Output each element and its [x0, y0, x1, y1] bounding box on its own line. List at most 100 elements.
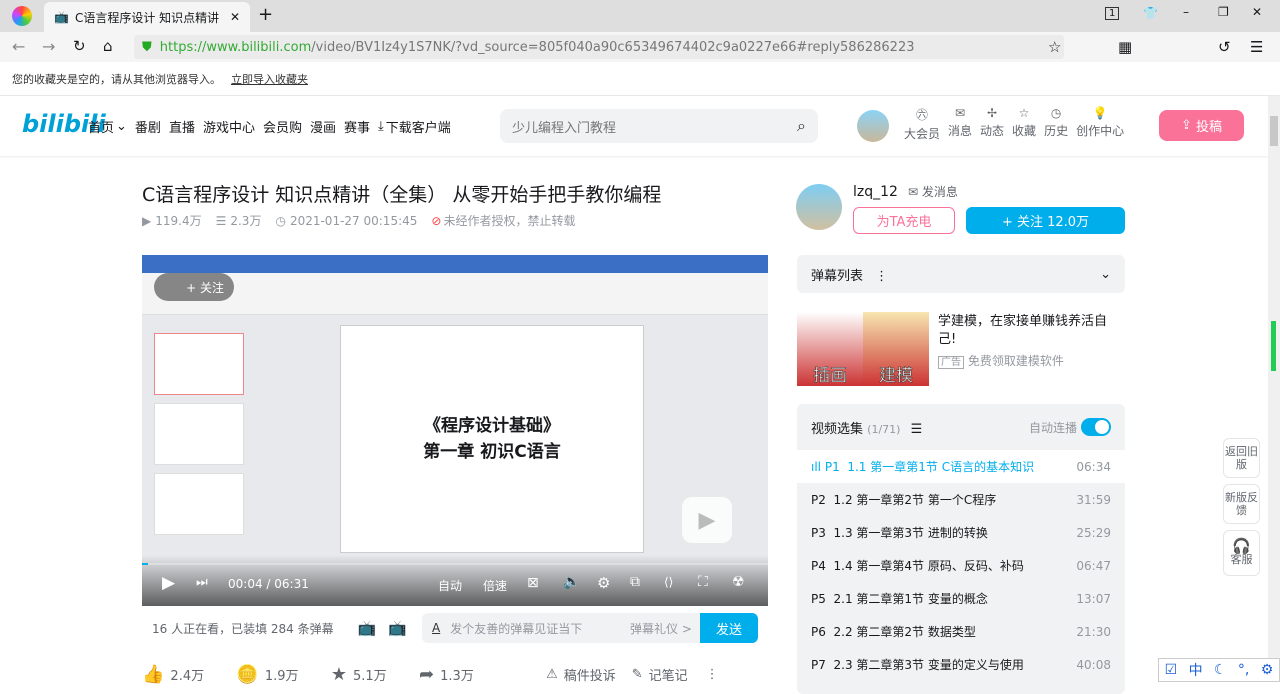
next-icon[interactable]: ⏭	[196, 575, 208, 590]
search-icon[interactable]: ⌕	[797, 116, 806, 136]
bookmark-star-icon[interactable]: ☆	[1048, 38, 1061, 56]
more-icon[interactable]: ⋮	[875, 269, 888, 284]
skin-icon[interactable]: 👕	[1143, 6, 1158, 20]
playlist-item[interactable]: P3 1.3 第一章第3节 进制的转换 25:29	[797, 516, 1125, 549]
notes-button[interactable]: 记笔记	[649, 665, 688, 684]
uploader-name[interactable]: lzq_12	[853, 184, 898, 200]
subtitle-off-icon[interactable]: ⊠	[527, 575, 539, 591]
playlist-item[interactable]: P5 2.1 第二章第1节 变量的概念 13:07	[797, 582, 1125, 615]
settings-icon[interactable]: ⚙	[597, 574, 610, 592]
chevron-down-icon[interactable]: ⌄	[1100, 267, 1111, 282]
nav-mall[interactable]: 会员购	[263, 117, 302, 136]
play-icon[interactable]: ▶	[162, 573, 175, 593]
warning-icon: ⚠	[546, 667, 558, 682]
follow-overlay-button[interactable]: + 关注	[154, 273, 234, 301]
dynamic-button[interactable]: ✢ 动态	[980, 106, 1004, 142]
history-button[interactable]: ◷ 历史	[1044, 106, 1068, 142]
nav-game[interactable]: 游戏中心	[203, 117, 255, 136]
clock-icon: ◷	[275, 213, 286, 228]
danmaku-count-icon: ☰	[215, 213, 227, 228]
playlist-item[interactable]: P7 2.3 第二章第3节 变量的定义与使用 40:08	[797, 648, 1125, 681]
playing-icon: ıll	[811, 460, 825, 474]
ad-image-1[interactable]: 插画	[797, 312, 863, 386]
autoplay-toggle[interactable]	[1081, 418, 1111, 436]
customer-service-button[interactable]: 🎧 客服	[1223, 530, 1260, 576]
nav-match[interactable]: 赛事	[344, 117, 370, 136]
top-nav: 首页 ⌄ 番剧 直播 游戏中心 会员购 漫画 赛事 ⤓ 下载客户端	[88, 117, 451, 136]
nav-anime[interactable]: 番剧	[135, 117, 161, 136]
menu-icon[interactable]: ☰	[1250, 38, 1263, 56]
mail-icon: ✉	[954, 106, 966, 120]
playlist-item[interactable]: P6 2.2 第二章第2节 数据类型 21:30	[797, 615, 1125, 648]
favorites-button[interactable]: ☆ 收藏	[1012, 106, 1036, 142]
tab-count[interactable]: 1	[1105, 7, 1120, 20]
widescreen-icon[interactable]: ⟨⟩	[664, 575, 673, 589]
uploader-avatar[interactable]	[796, 184, 842, 230]
upload-icon: ⇪	[1180, 118, 1196, 133]
browser-tab[interactable]: 📺 C语言程序设计 知识点精讲 ✕	[44, 2, 250, 32]
bookmarks-bar: 您的收藏夹是空的，请从其他浏览器导入。 立即导入收藏夹	[0, 62, 1280, 96]
progress-bar[interactable]	[142, 563, 768, 565]
reload-icon[interactable]: ↻	[73, 37, 86, 55]
restore-icon[interactable]: ❐	[1218, 5, 1229, 19]
chevron-down-icon[interactable]: ⌄	[116, 119, 127, 134]
pip-icon[interactable]: ⧉	[630, 574, 640, 590]
undo-icon[interactable]: ↺	[1218, 38, 1231, 56]
nav-live[interactable]: 直播	[169, 117, 195, 136]
nav-home[interactable]: 首页	[88, 117, 114, 136]
moon-icon[interactable]: ☾	[1214, 662, 1227, 678]
ime-mode[interactable]: 中	[1189, 660, 1203, 680]
punct-icon[interactable]: °,	[1238, 662, 1249, 678]
close-window-icon[interactable]: ✕	[1252, 5, 1262, 19]
send-message-button[interactable]: ✉ 发消息	[908, 183, 958, 200]
list-icon[interactable]: ☰	[911, 422, 923, 437]
ad-title[interactable]: 学建模，在家接单赚钱养活自己!	[938, 313, 1124, 349]
minimize-icon[interactable]: –	[1183, 5, 1189, 19]
playlist-item[interactable]: P4 1.4 第一章第4节 原码、反码、补码 06:47	[797, 549, 1125, 582]
font-style-icon[interactable]: A	[432, 621, 440, 635]
vip-button[interactable]: ㊅大会员	[904, 106, 940, 142]
danmaku-settings-icon[interactable]: 📺	[388, 619, 407, 637]
home-icon[interactable]: ⌂	[103, 37, 113, 55]
danmaku-input[interactable]: A 发个友善的弹幕见证当下 弹幕礼仪 > 发送	[422, 613, 758, 643]
player-controls: ▶ ⏭ 00:04 / 06:31 自动 倍速 ⊠ 🔈 ⚙ ⧉ ⟨⟩ ⛶ ☢	[142, 555, 768, 606]
close-tab-icon[interactable]: ✕	[230, 10, 240, 24]
feedback-button[interactable]: 新版反馈	[1223, 484, 1260, 524]
checkbox-icon[interactable]: ☑	[1165, 662, 1178, 678]
avatar[interactable]	[857, 110, 889, 142]
video-player[interactable]: + 关注 《程序设计基础》 第一章 初识C语言 ▶ ▶ ⏭ 00:04 / 06:…	[142, 255, 768, 606]
upload-button[interactable]: ⇪ 投稿	[1159, 110, 1244, 141]
nav-download[interactable]: 下载客户端	[386, 117, 451, 136]
fan-icon[interactable]: ☢	[732, 574, 745, 590]
page-scrollbar[interactable]	[1268, 96, 1280, 682]
more-icon[interactable]: ⋮	[706, 667, 719, 682]
fullscreen-icon[interactable]: ⛶	[698, 574, 708, 590]
send-button[interactable]: 发送	[700, 613, 758, 643]
charge-button[interactable]: 为TA充电	[853, 207, 955, 234]
creator-button[interactable]: 💡 创作中心	[1076, 106, 1124, 142]
bulb-icon: 💡	[1092, 106, 1108, 120]
old-version-button[interactable]: 返回旧版	[1223, 438, 1260, 478]
quality-button[interactable]: 自动	[438, 577, 462, 594]
nav-manga[interactable]: 漫画	[310, 117, 336, 136]
ad-image-2[interactable]: 建模	[863, 312, 929, 386]
gear-icon[interactable]: ⚙	[1261, 662, 1274, 678]
search-input[interactable]: 少儿编程入门教程 ⌕	[500, 109, 818, 143]
forward-icon[interactable]: →	[42, 37, 55, 56]
url-input[interactable]: ⛊ https://www.bilibili.com/video/BV1Iz4y…	[134, 35, 1064, 59]
playlist-item[interactable]: P2 1.2 第一章第2节 第一个C程序 31:59	[797, 483, 1125, 516]
message-button[interactable]: ✉ 消息	[948, 106, 972, 142]
follow-button[interactable]: + 关注 12.0万	[966, 207, 1125, 234]
danmaku-list-header[interactable]: 弹幕列表 ⋮ ⌄	[797, 255, 1125, 293]
new-tab-button[interactable]: +	[258, 4, 273, 25]
etiquette-link[interactable]: 弹幕礼仪 >	[630, 620, 692, 637]
back-icon[interactable]: ←	[12, 37, 25, 56]
playlist-item[interactable]: ıll P1 1.1 第一章第1节 C语言的基本知识 06:34	[797, 450, 1125, 483]
speed-button[interactable]: 倍速	[483, 577, 507, 594]
report-button[interactable]: 稿件投诉	[564, 665, 616, 684]
import-bookmarks-link[interactable]: 立即导入收藏夹	[231, 71, 308, 87]
volume-icon[interactable]: 🔈	[563, 574, 580, 590]
bilibili-tab-icon: 📺	[54, 10, 69, 24]
danmaku-toggle-icon[interactable]: 📺	[358, 619, 377, 637]
apps-icon[interactable]: ▦	[1118, 38, 1132, 56]
